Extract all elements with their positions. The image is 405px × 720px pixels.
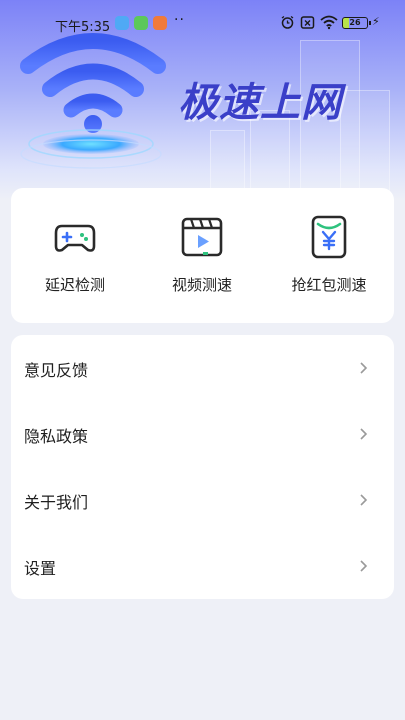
wifi-icon (20, 33, 166, 169)
status-bar: 下午5:35 ·· 26 ⚡ (0, 0, 405, 44)
charging-icon: ⚡ (372, 15, 380, 28)
menu-item-label: 关于我们 (24, 493, 89, 512)
wechat-app-icon (134, 16, 148, 30)
taobao-app-icon (153, 16, 167, 30)
menu-item-feedback[interactable]: 意见反馈 (11, 335, 394, 401)
battery-icon: 26 (342, 17, 371, 29)
latency-test-label: 延迟检测 (44, 276, 105, 294)
video-speed-test-label: 视频测速 (171, 276, 232, 294)
menu-item-label: 隐私政策 (24, 427, 89, 446)
background-building (340, 90, 390, 200)
alarm-icon (281, 15, 294, 29)
video-clapper-icon (181, 217, 223, 257)
wifi-signal-icon (320, 15, 338, 30)
menu-item-privacy-policy[interactable]: 隐私政策 (11, 401, 394, 467)
menu-item-label: 设置 (24, 559, 57, 578)
settings-menu-card: 意见反馈 隐私政策 关于我们 设置 (11, 335, 394, 599)
menu-item-settings[interactable]: 设置 (11, 533, 394, 599)
gamepad-icon (54, 224, 96, 252)
more-notifications-icon: ·· (174, 12, 185, 28)
app-title: 极速上网 (178, 80, 342, 126)
status-time: 下午5:35 (55, 20, 111, 35)
red-envelope-speed-test-button[interactable]: 抢红包测速 (269, 214, 389, 295)
menu-item-about-us[interactable]: 关于我们 (11, 467, 394, 533)
red-envelope-speed-test-label: 抢红包测速 (291, 276, 367, 294)
red-envelope-icon (311, 215, 347, 259)
speed-tools-card: 延迟检测 视频测速 抢红包测速 (11, 188, 394, 323)
latency-test-button[interactable]: 延迟检测 (15, 214, 135, 295)
chevron-right-icon (360, 560, 368, 572)
chevron-right-icon (360, 362, 368, 374)
battery-level: 26 (349, 18, 361, 27)
chevron-right-icon (360, 428, 368, 440)
video-speed-test-button[interactable]: 视频测速 (142, 214, 262, 295)
no-sim-icon (300, 16, 315, 29)
menu-item-label: 意见反馈 (24, 361, 89, 380)
message-app-icon (115, 16, 129, 30)
chevron-right-icon (360, 494, 368, 506)
